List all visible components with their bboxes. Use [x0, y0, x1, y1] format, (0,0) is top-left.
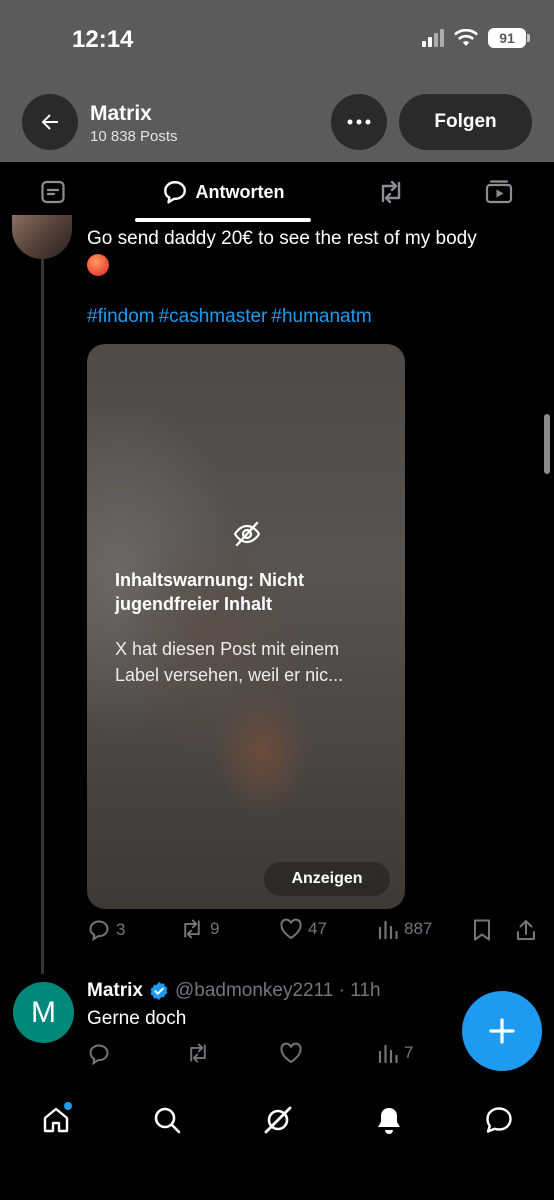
status-icons: 91	[422, 28, 530, 48]
nav-home[interactable]	[36, 1100, 76, 1140]
views-action[interactable]: 7	[377, 1042, 413, 1064]
bottom-nav	[0, 1082, 554, 1200]
reply-author-name[interactable]: Matrix	[87, 980, 143, 1002]
compose-button[interactable]	[462, 991, 542, 1071]
avatar[interactable]	[12, 215, 72, 259]
plus-icon	[489, 1018, 515, 1044]
search-icon	[154, 1107, 181, 1134]
sensitive-media[interactable]: Inhaltswarnung: Nicht jugendfreier Inhal…	[87, 344, 405, 909]
reply-action[interactable]	[87, 1042, 111, 1066]
share-icon	[517, 920, 535, 940]
repost-action[interactable]: 9	[179, 918, 219, 940]
nav-notifications[interactable]	[369, 1100, 409, 1140]
reply-icon	[89, 1044, 109, 1066]
like-icon	[280, 918, 302, 940]
repost-action[interactable]	[185, 1042, 211, 1064]
share-action[interactable]	[515, 918, 537, 942]
back-button[interactable]	[22, 94, 78, 150]
views-count: 887	[404, 919, 433, 938]
views-icon	[378, 920, 398, 940]
reply-header: Matrix @badmonkey2211 · 11h	[87, 980, 381, 1002]
bell-icon	[378, 1108, 400, 1134]
profile-name: Matrix	[90, 102, 152, 125]
repost-icon	[184, 919, 200, 939]
reply-bubble-icon	[163, 181, 186, 204]
media-tab-icon	[485, 180, 513, 204]
back-arrow-icon	[41, 114, 58, 130]
more-icon	[347, 119, 371, 125]
battery-indicator: 91	[488, 28, 530, 48]
status-time: 12:14	[72, 26, 134, 53]
hashtag-link[interactable]: #cashmaster	[159, 306, 268, 327]
nav-search[interactable]	[147, 1100, 187, 1140]
nav-grok[interactable]	[258, 1100, 298, 1140]
messages-icon	[486, 1107, 512, 1133]
wifi-icon	[454, 29, 478, 46]
reply-handle-time: @badmonkey2211 · 11h	[174, 980, 381, 1001]
like-icon	[280, 1042, 302, 1064]
profile-tabs: Antworten	[0, 162, 554, 222]
posts-tab-icon	[41, 180, 65, 204]
verified-icon	[150, 982, 168, 1000]
tab-media[interactable]	[474, 162, 524, 222]
tab-replies-label: Antworten	[195, 181, 285, 202]
bookmark-icon	[474, 919, 490, 941]
tab-reposts[interactable]	[366, 162, 416, 222]
tab-posts[interactable]	[28, 162, 78, 222]
signal-icon	[422, 29, 444, 47]
nav-messages[interactable]	[479, 1100, 519, 1140]
content-warning-title: Inhaltswarnung: Nicht jugendfreier Inhal…	[115, 570, 304, 614]
reply-action[interactable]: 3	[87, 918, 125, 942]
like-action[interactable]: 47	[279, 918, 327, 940]
post-count: 10 838 Posts	[90, 128, 178, 145]
reply-count: 3	[116, 920, 126, 939]
views-action[interactable]: 887	[377, 918, 432, 940]
more-button[interactable]	[331, 94, 387, 150]
hashtag-link[interactable]: #findom	[87, 306, 155, 327]
reply-icon	[89, 920, 109, 942]
scrollbar[interactable]	[544, 414, 550, 474]
repost-count: 9	[210, 919, 220, 938]
grok-icon	[264, 1106, 292, 1134]
views-count: 7	[404, 1043, 414, 1062]
eye-off-icon	[233, 521, 261, 547]
thread-line	[41, 258, 44, 974]
post-text-content: Go send daddy 20€ to see the rest of my …	[87, 228, 477, 249]
tab-replies[interactable]: Antworten	[134, 162, 312, 222]
hashtag-link[interactable]: #humanatm	[271, 306, 371, 327]
active-tab-indicator	[135, 218, 311, 222]
post-hashtags: #findom #cashmaster #humanatm	[87, 306, 376, 328]
bookmark-action[interactable]	[471, 918, 493, 942]
content-warning-text: X hat diesen Post mit einem Label verseh…	[115, 639, 344, 685]
post-actions: 3 9 47 887	[87, 918, 547, 948]
hot-face-emoji-icon	[87, 253, 109, 276]
post-text: Go send daddy 20€ to see the rest of my …	[87, 226, 537, 278]
repost-icon	[190, 1043, 206, 1063]
notification-dot	[64, 1102, 72, 1110]
follow-button[interactable]: Folgen	[399, 94, 532, 150]
like-count: 47	[308, 919, 327, 938]
reply-text: Gerne doch	[87, 1008, 187, 1029]
views-icon	[378, 1044, 398, 1064]
like-action[interactable]	[279, 1042, 303, 1064]
reply-avatar[interactable]: M	[13, 982, 74, 1043]
repost-icon	[381, 180, 401, 204]
show-media-button[interactable]: Anzeigen	[264, 862, 390, 896]
